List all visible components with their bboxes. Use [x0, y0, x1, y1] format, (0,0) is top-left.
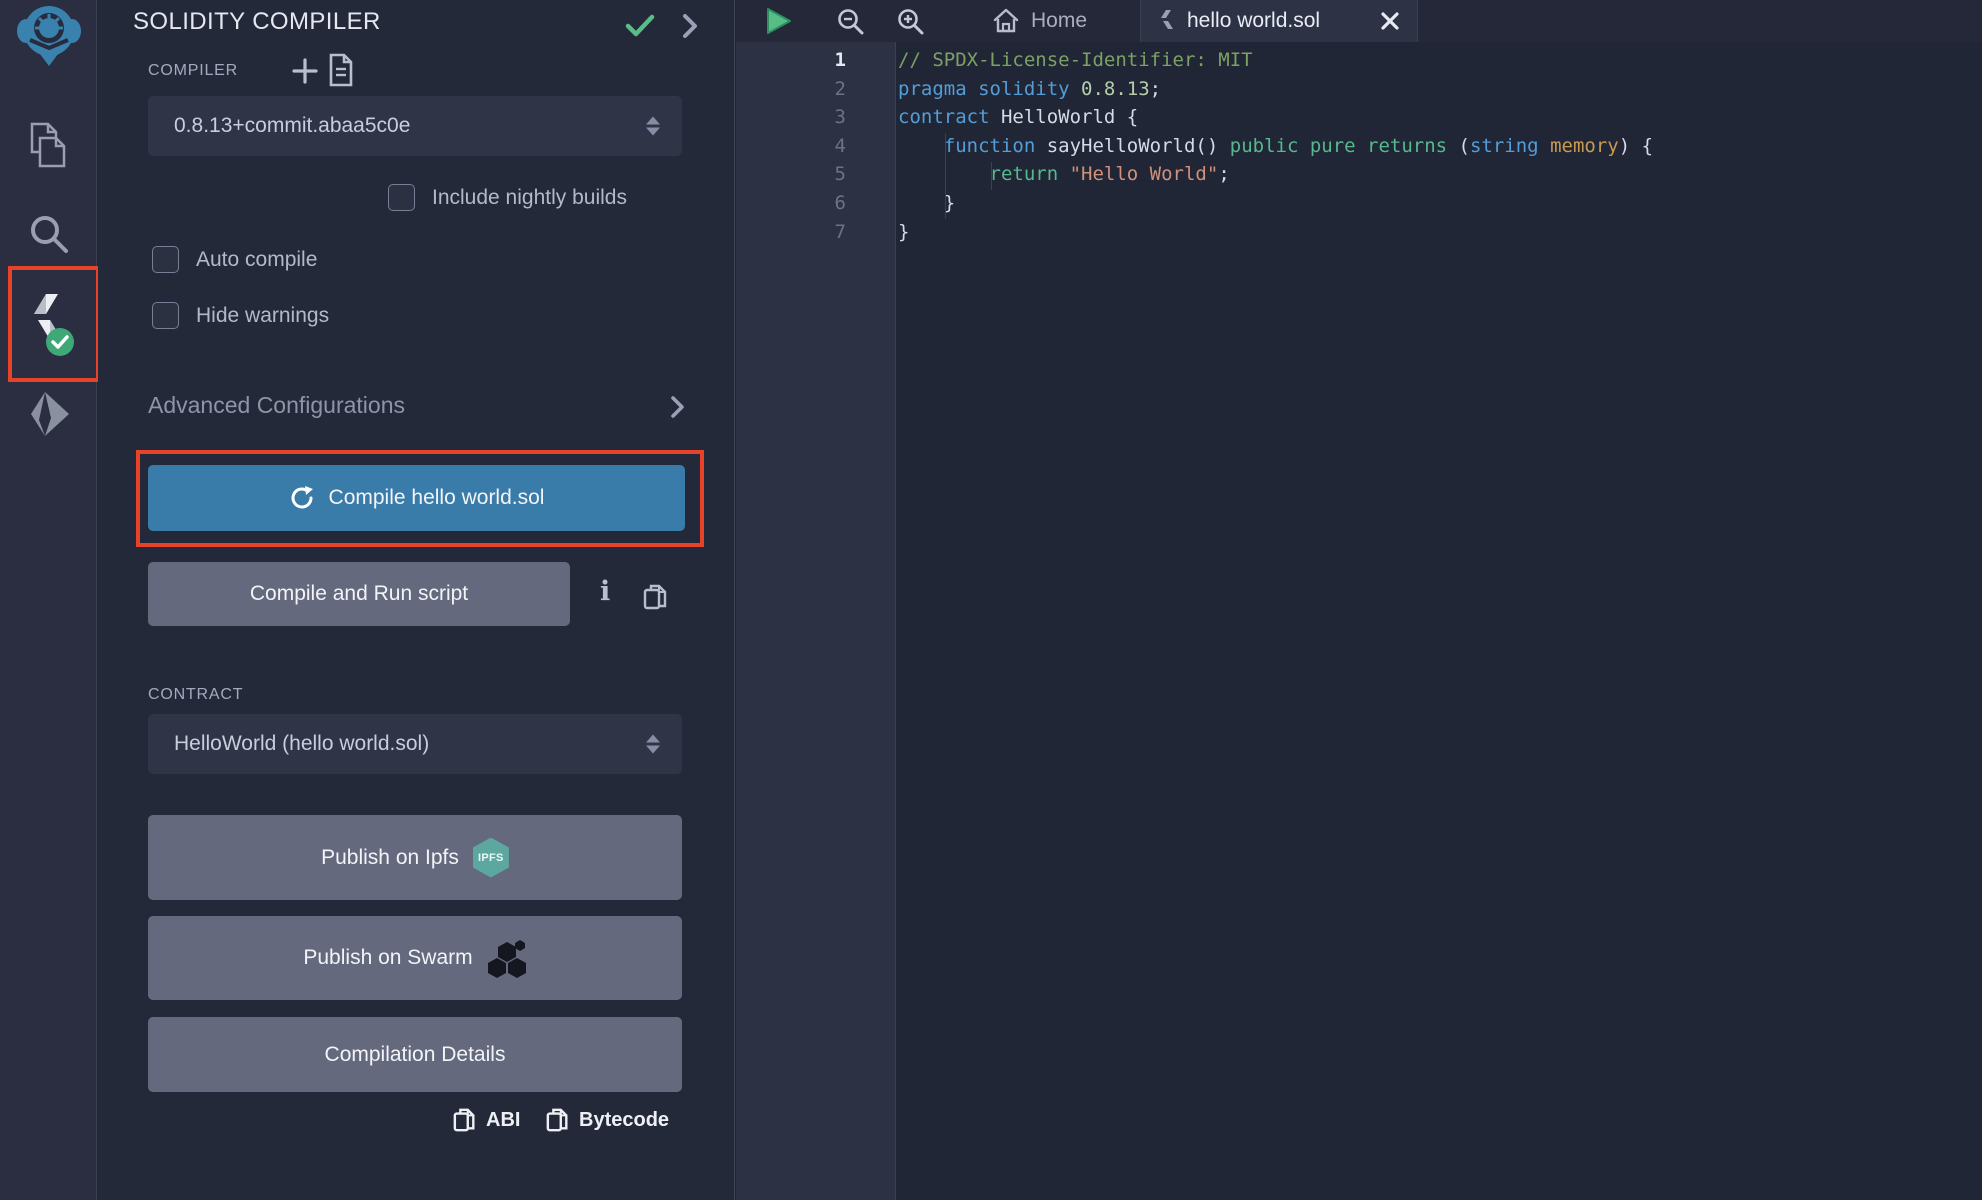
copy-bytecode-button[interactable]: Bytecode — [546, 1106, 669, 1134]
home-icon — [993, 8, 1019, 34]
code-line[interactable]: 1// SPDX-License-Identifier: MIT — [736, 46, 1982, 75]
line-number: 7 — [736, 218, 846, 247]
solidity-compiler-panel: SOLIDITY COMPILER COMPILER 0.8.13+commit… — [98, 0, 735, 1200]
compilation-details-button[interactable]: Compilation Details — [148, 1017, 682, 1092]
publish-swarm-label: Publish on Swarm — [303, 946, 472, 970]
page-title: SOLIDITY COMPILER — [133, 8, 381, 36]
hide-warnings-label: Hide warnings — [196, 304, 329, 328]
refresh-icon — [289, 485, 315, 511]
compile-button[interactable]: Compile hello world.sol — [148, 465, 685, 531]
contract-select-value: HelloWorld (hello world.sol) — [174, 732, 429, 756]
code-line[interactable]: 4 function sayHelloWorld() public pure r… — [736, 132, 1982, 161]
code-line[interactable]: 6 } — [736, 189, 1982, 218]
info-icon[interactable]: i — [600, 576, 610, 607]
line-number: 4 — [736, 132, 846, 161]
compiler-file-icon[interactable] — [328, 53, 354, 87]
line-number: 2 — [736, 75, 846, 104]
code-text: pragma solidity 0.8.13; — [846, 75, 1161, 104]
copy-icon — [546, 1106, 570, 1134]
code-line[interactable]: 5 return "Hello World"; — [736, 160, 1982, 189]
include-nightly-checkbox[interactable] — [388, 184, 415, 211]
compile-success-check-icon — [625, 14, 655, 38]
deploy-run-icon[interactable] — [0, 390, 97, 444]
copy-icon — [453, 1106, 477, 1134]
solidity-file-icon — [1159, 9, 1175, 33]
abi-label: ABI — [486, 1109, 520, 1132]
zoom-in-icon[interactable] — [896, 7, 924, 35]
remix-ide-window: SOLIDITY COMPILER COMPILER 0.8.13+commit… — [0, 0, 1982, 1200]
compile-button-label: Compile hello world.sol — [329, 486, 545, 510]
line-number: 5 — [736, 160, 846, 189]
publish-ipfs-button[interactable]: Publish on Ipfs IPFS — [148, 815, 682, 900]
compile-and-run-label: Compile and Run script — [250, 582, 468, 606]
contract-section-label: CONTRACT — [148, 686, 243, 704]
copy-script-icon[interactable] — [643, 582, 669, 612]
line-number: 6 — [736, 189, 846, 218]
copy-abi-button[interactable]: ABI — [453, 1106, 520, 1134]
code-editor: Home hello world.sol 1// SPDX-License-Id… — [736, 0, 1982, 1200]
code-lines: 1// SPDX-License-Identifier: MIT2pragma … — [736, 46, 1982, 246]
contract-select[interactable]: HelloWorld (hello world.sol) — [148, 714, 682, 774]
code-line[interactable]: 3contract HelloWorld { — [736, 103, 1982, 132]
compiler-version-value: 0.8.13+commit.abaa5c0e — [174, 114, 410, 138]
include-nightly-label: Include nightly builds — [432, 186, 627, 210]
indent-guide — [945, 134, 946, 218]
code-line[interactable]: 7} — [736, 218, 1982, 247]
code-text: // SPDX-License-Identifier: MIT — [846, 46, 1253, 75]
solidity-compiler-icon[interactable] — [0, 292, 97, 358]
publish-ipfs-label: Publish on Ipfs — [321, 846, 459, 870]
indent-guide — [991, 162, 992, 190]
search-icon[interactable] — [0, 212, 97, 256]
code-text: return "Hello World"; — [846, 160, 1230, 189]
remix-logo-icon[interactable] — [0, 4, 97, 70]
tab-file-label: hello world.sol — [1187, 9, 1320, 33]
code-line[interactable]: 2pragma solidity 0.8.13; — [736, 75, 1982, 104]
compilation-details-label: Compilation Details — [325, 1043, 506, 1067]
line-number: 3 — [736, 103, 846, 132]
file-explorer-icon[interactable] — [0, 120, 97, 170]
line-number: 1 — [736, 46, 846, 75]
compiler-version-select[interactable]: 0.8.13+commit.abaa5c0e — [148, 96, 682, 156]
run-script-play-icon[interactable] — [764, 7, 792, 35]
collapse-panel-chevron-icon[interactable] — [682, 13, 698, 39]
close-tab-icon[interactable] — [1381, 12, 1399, 30]
auto-compile-label: Auto compile — [196, 248, 317, 272]
select-arrows-icon — [646, 735, 660, 754]
bytecode-label: Bytecode — [579, 1109, 669, 1132]
hide-warnings-checkbox[interactable] — [152, 302, 179, 329]
advanced-configurations-label[interactable]: Advanced Configurations — [148, 392, 405, 419]
zoom-out-icon[interactable] — [836, 7, 864, 35]
select-arrows-icon — [646, 117, 660, 136]
swarm-icon — [487, 938, 527, 978]
tab-home[interactable]: Home — [940, 0, 1140, 42]
add-compiler-icon[interactable] — [292, 58, 318, 84]
code-text: } — [846, 218, 909, 247]
compiler-section-label: COMPILER — [148, 62, 238, 80]
icon-rail — [0, 0, 97, 1200]
editor-tab-bar: Home hello world.sol — [736, 0, 1982, 42]
publish-swarm-button[interactable]: Publish on Swarm — [148, 916, 682, 1000]
tab-home-label: Home — [1031, 9, 1087, 33]
code-text: function sayHelloWorld() public pure ret… — [846, 132, 1653, 161]
compile-and-run-button[interactable]: Compile and Run script — [148, 562, 570, 626]
auto-compile-checkbox[interactable] — [152, 246, 179, 273]
code-text: } — [846, 189, 955, 218]
tab-hello-world-sol[interactable]: hello world.sol — [1140, 0, 1418, 42]
ipfs-badge-icon: IPFS — [473, 838, 509, 878]
code-text: contract HelloWorld { — [846, 103, 1138, 132]
advanced-configurations-chevron-icon[interactable] — [670, 395, 685, 419]
